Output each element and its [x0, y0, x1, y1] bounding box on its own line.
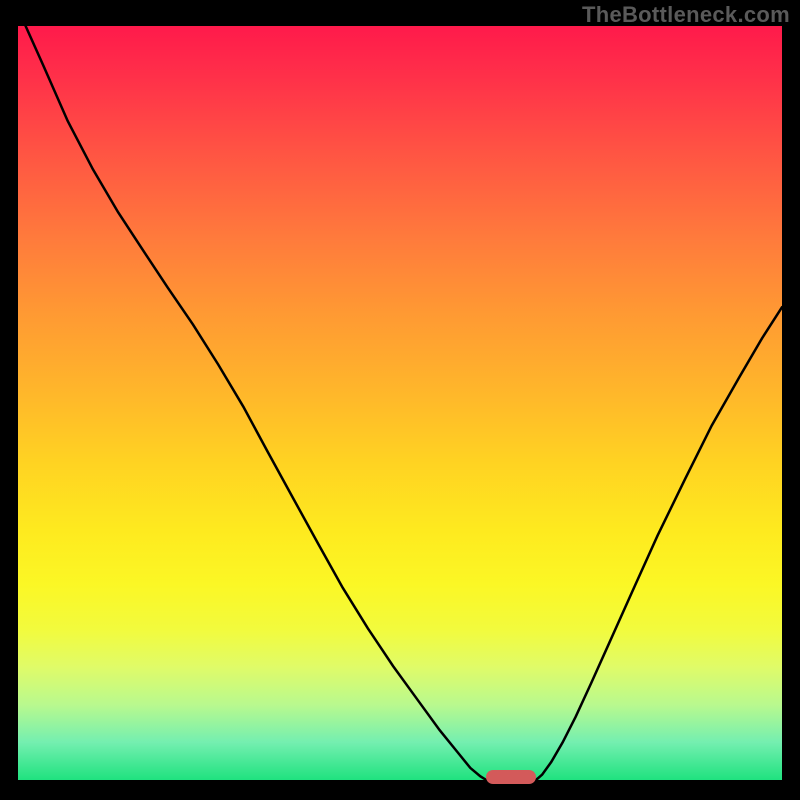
curve-right-branch — [536, 307, 782, 780]
curve-left-branch — [26, 26, 487, 780]
plot-area — [18, 26, 782, 780]
bottleneck-curve — [18, 26, 782, 780]
watermark-text: TheBottleneck.com — [582, 2, 790, 28]
chart-frame: TheBottleneck.com — [0, 0, 800, 800]
optimal-zone-marker — [486, 770, 536, 784]
